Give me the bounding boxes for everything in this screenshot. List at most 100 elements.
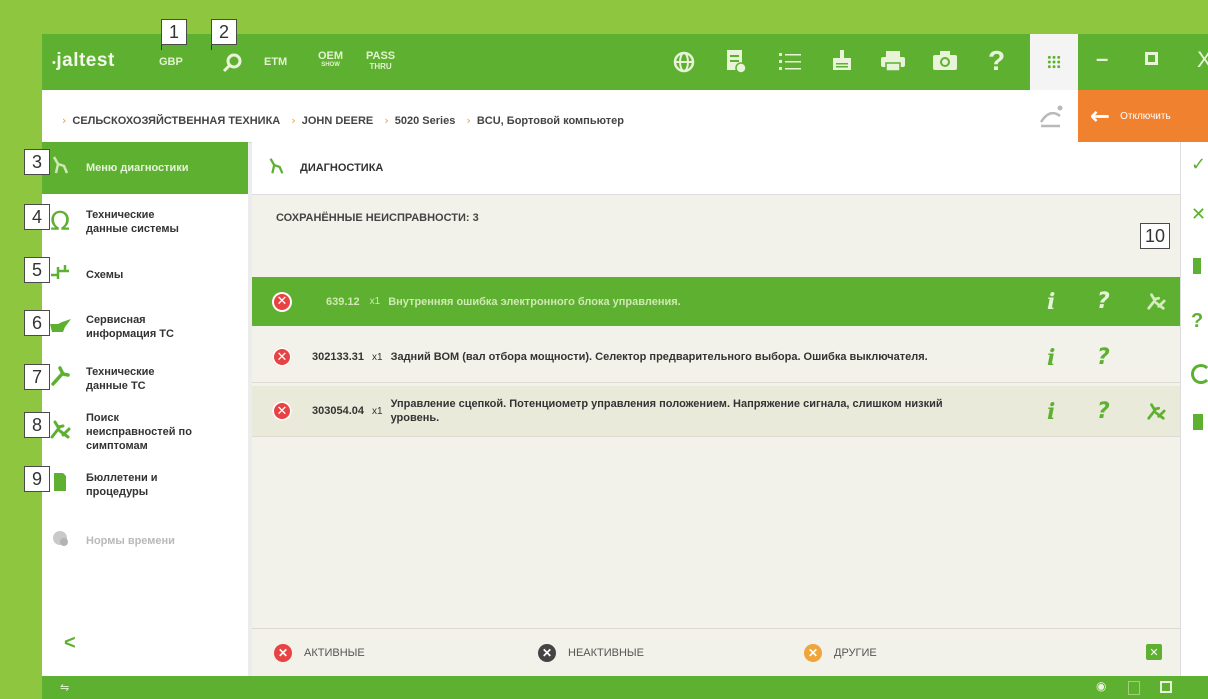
legend-inactive-label: НЕАКТИВНЫЕ [568, 647, 645, 659]
clear-icon[interactable]: ✕ [1191, 204, 1206, 225]
legend-active-label: АКТИВНЫЕ [304, 647, 365, 659]
fault-code: 302133.31 [312, 351, 364, 363]
sidebar-item-label: Поиск неисправностей по симптомам [86, 412, 192, 452]
document-icon[interactable] [725, 48, 747, 79]
pass-thru-button[interactable]: PASS THRU [366, 50, 395, 71]
update-icon[interactable] [830, 48, 854, 77]
sidebar-item-bulletins[interactable]: Бюллетени и процедуры [42, 462, 248, 508]
thru-label: THRU [369, 62, 392, 71]
active-fault-icon: ✕ [272, 291, 292, 312]
fault-row[interactable]: ✕ 639.12 x1 Внутренняя ошибка электронно… [252, 277, 1180, 326]
sidebar-item-label: Сервисная информация ТС [86, 314, 174, 340]
diagnostic-section-icon [266, 156, 286, 180]
sidebar-item-troubleshooting[interactable]: Поиск неисправностей по симптомам [42, 406, 248, 458]
oem-sub-label: SHOW [321, 62, 340, 68]
sidebar-item-label: Бюллетени и процедуры [86, 472, 158, 498]
wifi-icon: ◉ [1096, 679, 1107, 693]
fault-count: x1 [369, 296, 381, 307]
info-icon[interactable]: i [1047, 289, 1055, 315]
disconnect-button[interactable]: ← Отключить [1078, 90, 1208, 142]
legend-other[interactable]: ✕ ДРУГИЕ [804, 644, 877, 662]
breadcrumb-separator: › [62, 114, 67, 127]
callout-8: 8 [24, 412, 50, 438]
breadcrumb-item-model[interactable]: 5020 Series [395, 115, 456, 127]
breadcrumb-separator: › [291, 114, 296, 127]
question-icon[interactable]: ? [1191, 310, 1203, 333]
apps-grid-button[interactable] [1030, 34, 1078, 90]
time-norms-icon [42, 528, 78, 554]
oem-show-button[interactable]: OEM SHOW [318, 50, 343, 68]
close-icon[interactable]: X [1197, 49, 1208, 71]
status-bar: ⇋ ◉ [42, 676, 1208, 699]
globe-icon[interactable] [673, 51, 695, 78]
callout-5: 5 [24, 257, 50, 283]
inactive-status-icon: ✕ [538, 644, 556, 662]
minimize-icon[interactable]: – [1096, 48, 1108, 70]
fault-description: Внутренняя ошибка электронного блока упр… [388, 295, 681, 308]
clear-faults-icon[interactable]: ✕ [1146, 644, 1162, 660]
fault-description: Управление сцепкой. Потенциометр управле… [390, 398, 943, 424]
troubleshoot-icon[interactable] [1146, 291, 1166, 317]
breadcrumb-item-category[interactable]: СЕЛЬСКОХОЗЯЙСТВЕННАЯ ТЕХНИКА [72, 115, 280, 127]
sidebar-item-label: Технические данные ТС [86, 366, 155, 392]
gbp-button[interactable]: GBP [159, 56, 183, 68]
search-icon[interactable] [220, 50, 244, 79]
help-icon[interactable]: ? [1097, 399, 1110, 424]
diagnostics-panel: ДИАГНОСТИКА СОХРАНЁННЫЕ НЕИСПРАВНОСТИ: 3… [252, 142, 1180, 677]
fault-row[interactable]: ✕ 302133.31 x1 Задний ВОМ (вал отбора мо… [252, 332, 1180, 383]
fault-code: 639.12 [326, 295, 360, 308]
sidebar-item-schematics[interactable]: Схемы [42, 252, 248, 298]
connection-status-icon[interactable] [1038, 104, 1064, 132]
active-fault-icon: ✕ [272, 347, 292, 367]
check-icon[interactable]: ✓ [1191, 154, 1206, 175]
breadcrumb-item-system[interactable]: BCU, Бортовой компьютер [477, 115, 624, 127]
sidebar: Меню диагностики Ω Технические данные си… [42, 142, 248, 676]
etm-button[interactable]: ETM [264, 56, 287, 68]
fault-row[interactable]: ✕ 303054.04 x1 Управление сцепкой. Потен… [252, 386, 1180, 437]
breadcrumb: › СЕЛЬСКОХОЗЯЙСТВЕННАЯ ТЕХНИКА › JOHN DEER… [62, 109, 624, 128]
legend-other-label: ДРУГИЕ [834, 647, 877, 659]
grid-icon [1047, 55, 1061, 69]
save-icon[interactable] [1193, 258, 1201, 274]
callout-10: 10 [1140, 223, 1170, 249]
usb-icon: ⇋ [60, 681, 70, 694]
breadcrumb-separator: › [466, 114, 471, 127]
breadcrumb-bar: › СЕЛЬСКОХОЗЯЙСТВЕННАЯ ТЕХНИКА › JOHN DEER… [42, 90, 1208, 143]
right-action-bar: ✓ ✕ ? [1180, 142, 1208, 676]
refresh-icon[interactable] [1191, 364, 1208, 384]
collapse-sidebar-icon[interactable]: < [64, 632, 76, 655]
help-icon[interactable]: ? [1097, 345, 1110, 370]
callout-7: 7 [24, 364, 50, 390]
fault-count: x1 [372, 351, 383, 363]
sidebar-item-label: Меню диагностики [86, 162, 189, 174]
help-icon[interactable]: ? [988, 47, 1005, 75]
callout-4: 4 [24, 204, 50, 230]
sidebar-item-vehicle-tech-data[interactable]: Технические данные ТС [42, 356, 248, 402]
camera-icon[interactable] [932, 51, 958, 76]
active-status-icon: ✕ [274, 644, 292, 662]
list-icon[interactable] [778, 50, 802, 77]
troubleshoot-icon[interactable] [1146, 401, 1166, 427]
info-icon[interactable]: i [1047, 399, 1055, 425]
sidebar-item-diagnostic-menu[interactable]: Меню диагностики [42, 142, 248, 194]
callout-9: 9 [24, 466, 50, 492]
info-icon[interactable]: i [1047, 345, 1055, 371]
sidebar-item-label: Схемы [86, 269, 124, 281]
legend-inactive[interactable]: ✕ НЕАКТИВНЫЕ [538, 644, 644, 662]
arrow-left-icon: ← [1090, 102, 1111, 130]
oem-label: OEM [318, 50, 344, 62]
battery-icon [1128, 681, 1140, 695]
report-icon[interactable] [1193, 414, 1203, 430]
printer-icon[interactable] [880, 51, 906, 76]
breadcrumb-item-brand[interactable]: JOHN DEERE [302, 115, 374, 127]
section-header: ДИАГНОСТИКА [252, 142, 1180, 195]
breadcrumb-separator: › [384, 114, 389, 127]
help-icon[interactable]: ? [1097, 289, 1110, 314]
sidebar-item-system-tech-data[interactable]: Ω Технические данные системы [42, 199, 248, 245]
sidebar-item-label: Нормы времени [86, 535, 175, 547]
disconnect-label: Отключить [1120, 110, 1171, 122]
legend-active[interactable]: ✕ АКТИВНЫЕ [274, 644, 365, 662]
maximize-icon[interactable] [1145, 52, 1158, 65]
sidebar-item-service-info[interactable]: Сервисная информация ТС [42, 304, 248, 350]
fault-code: 303054.04 [312, 405, 364, 417]
